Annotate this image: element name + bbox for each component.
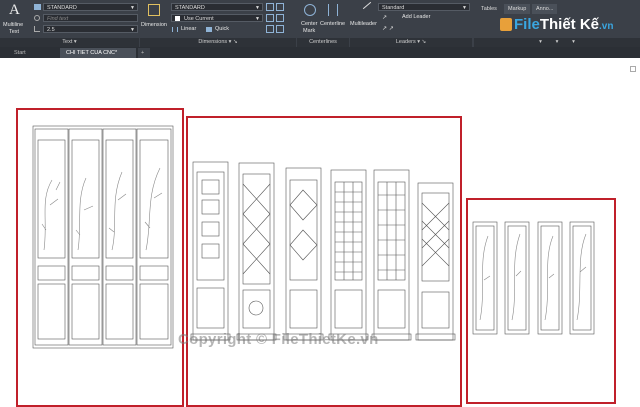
text-panel-title[interactable]: Text ▾ — [0, 38, 139, 47]
dimension-label: Dimension — [141, 22, 167, 28]
text-height-value: 2.5 — [47, 27, 55, 33]
centerlines-panel-title-label: Centerlines — [309, 39, 337, 45]
centerline-icon — [328, 4, 338, 16]
multileader-label: Multileader — [350, 21, 377, 27]
tab-active-label: CHI TIET CUA CNC* — [66, 50, 118, 56]
center-mark-icon — [304, 4, 316, 16]
centerline-label: Centerline — [320, 21, 346, 27]
dim-layer-dropdown[interactable]: Use Current ▼ — [171, 14, 263, 22]
dim-tool-icon — [266, 3, 274, 11]
chevron-down-icon: ▼ — [130, 27, 135, 33]
center-label: Center — [301, 21, 318, 27]
text-height-icon — [34, 26, 40, 32]
centerlines-panel-title[interactable]: Centerlines — [297, 38, 349, 47]
tab-annotation-label: Anno... — [536, 6, 554, 12]
text-a-icon: A — [9, 2, 20, 18]
tab-start[interactable]: Start — [8, 48, 58, 58]
tab-start-label: Start — [14, 50, 26, 56]
quick-icon — [206, 27, 212, 32]
dim-style-dropdown[interactable]: STANDARD ▼ — [171, 3, 263, 11]
dim-style-value: STANDARD — [175, 5, 205, 11]
text-height-dropdown[interactable]: 2.5 ▼ — [43, 25, 138, 33]
chevron-down-icon: ▼ — [255, 5, 260, 11]
selection-box-lattice-doors — [186, 116, 462, 407]
text-panel-title-label: Text — [62, 39, 73, 45]
copyright-watermark: Copyright © FileThietKe.vn — [178, 331, 379, 348]
multiline-text-button[interactable]: A Multiline Text — [3, 2, 29, 36]
add-leader-icon: ↗ — [382, 15, 388, 21]
filethietke-logo: FileThiết Kế.vn — [500, 16, 613, 33]
leader-style-value: Standard — [382, 5, 405, 11]
chevron-down-icon: ▼ — [255, 16, 260, 22]
tab-tables-label: Tables — [481, 6, 497, 12]
centerline-button[interactable]: Centerline — [320, 2, 348, 36]
dim-tool-icon — [266, 25, 274, 33]
logo-part1: File — [514, 16, 540, 33]
linear-label: Linear — [181, 26, 197, 32]
selection-box-carved-panels — [466, 198, 616, 404]
text-style-icon — [34, 4, 41, 10]
new-tab-button[interactable]: + — [138, 48, 150, 58]
mark-label: Mark — [303, 28, 316, 34]
drawing-canvas[interactable] — [0, 58, 640, 407]
ribbon: A Multiline Text STANDARD ▼ Find text 2.5… — [0, 0, 640, 47]
new-tab-label: + — [141, 50, 145, 56]
dim-layer-value: Use Current — [184, 16, 214, 22]
find-placeholder: Find text — [47, 16, 69, 22]
dimension-icon — [148, 4, 160, 16]
leaders-panel-title[interactable]: Leaders ▾ ↘ — [350, 38, 472, 47]
text-style-value: STANDARD — [47, 5, 77, 11]
dimensions-panel-title[interactable]: Dimensions ▾ ↘ — [140, 38, 296, 47]
linear-icon — [172, 27, 178, 32]
text-style-dropdown[interactable]: STANDARD ▼ — [43, 3, 138, 11]
multiline-label: Multiline — [3, 22, 24, 28]
dim-tool-icons[interactable] — [266, 3, 294, 33]
leader-tool-icons[interactable]: ↗ ↗ — [382, 25, 402, 33]
chevron-down-icon: ▼ — [130, 5, 135, 11]
logo-part3: .vn — [599, 21, 614, 32]
tab-tables[interactable]: Tables — [477, 4, 501, 14]
text-label: Text — [9, 29, 20, 35]
logo-badge-icon — [500, 18, 512, 31]
leaders-panel-title-label: Leaders — [395, 39, 416, 45]
dimension-button[interactable]: Dimension — [141, 2, 169, 36]
center-mark-button[interactable]: Center Mark — [299, 2, 321, 36]
leader-style-dropdown[interactable]: Standard ▼ — [378, 3, 470, 11]
dim-tool-icon — [276, 25, 284, 33]
add-leader-label: Add Leader — [402, 14, 431, 20]
dimensions-panel-title-label: Dimensions — [198, 39, 228, 45]
dim-tool-icon — [266, 14, 274, 22]
tab-active-drawing[interactable]: CHI TIET CUA CNC* — [60, 48, 136, 58]
tab-markup[interactable]: Markup — [504, 4, 531, 14]
multileader-icon — [362, 1, 372, 10]
add-leader-button[interactable]: ↗ Add Leader — [382, 14, 442, 22]
tab-markup-label: Markup — [508, 6, 527, 12]
multileader-button[interactable]: Multileader — [350, 1, 380, 36]
find-icon — [34, 15, 40, 21]
quick-label: Quick — [215, 26, 230, 32]
quick-button[interactable]: Quick — [206, 26, 242, 34]
layer-color-swatch — [175, 16, 180, 21]
selection-box-screen — [16, 108, 184, 407]
dim-tool-icon — [276, 3, 284, 11]
dim-tool-icon — [276, 14, 284, 22]
chevron-down-icon: ▼ — [462, 5, 467, 11]
find-text-input[interactable]: Find text — [43, 14, 138, 22]
right-panel-bar: ▾ ▾ ▾ — [474, 38, 640, 47]
logo-part2: Thiết Kế — [539, 16, 600, 33]
tab-annotation[interactable]: Anno... — [532, 4, 558, 14]
viewport-scroll-indicator — [630, 66, 636, 72]
